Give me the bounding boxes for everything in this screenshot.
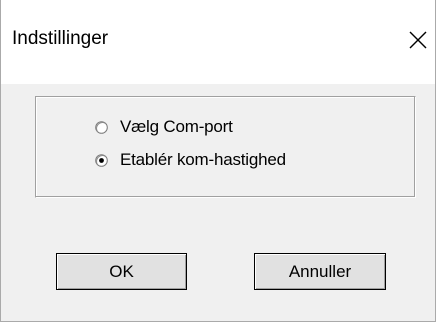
radio-label-com-speed: Etablér kom-hastighed [120,150,286,169]
radio-option-com-speed[interactable]: Etablér kom-hastighed [95,149,286,171]
radio-checked-icon [95,153,108,167]
radio-label-com-port: Vælg Com-port [120,117,233,136]
title-bar: Indstillinger [1,0,435,84]
settings-dialog: Indstillinger Vælg Com-port Etablér kom-… [0,0,436,322]
options-group [35,96,416,198]
cancel-button[interactable]: Annuller [254,253,386,290]
radio-option-com-port[interactable]: Vælg Com-port [95,116,233,138]
ok-button[interactable]: OK [56,253,187,290]
close-button[interactable] [405,26,431,54]
close-icon [405,26,431,54]
window-title: Indstillinger [12,28,109,49]
radio-unchecked-icon [95,120,108,134]
